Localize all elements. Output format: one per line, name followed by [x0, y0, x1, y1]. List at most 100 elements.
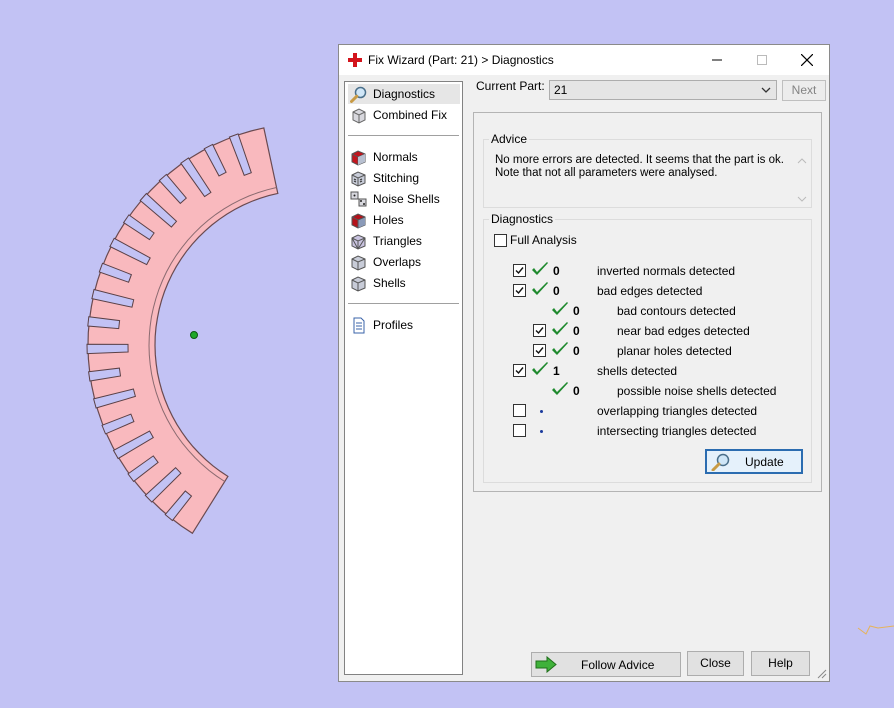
update-button-label: Update [745, 455, 784, 469]
help-button[interactable]: Help [751, 651, 810, 676]
diagnostic-checkbox[interactable] [533, 324, 546, 337]
follow-advice-label: Follow Advice [581, 658, 655, 672]
checkmark-icon [515, 287, 524, 295]
diagnostic-checkbox[interactable] [533, 344, 546, 357]
green-check-icon [552, 342, 568, 355]
shells-cube-icon [351, 276, 366, 292]
close-icon [800, 53, 814, 67]
diagnostic-checkbox[interactable] [513, 364, 526, 377]
diagnostic-row: 0 bad contours detected [484, 302, 804, 322]
next-button[interactable]: Next [782, 80, 826, 101]
nav-label-combined-fix: Combined Fix [373, 108, 448, 122]
nav-label-stitching: Stitching [373, 171, 420, 185]
nav-item-noise-shells[interactable]: Noise Shells [348, 189, 460, 209]
diagnostic-row: 0 near bad edges detected [484, 322, 804, 342]
resize-grip-icon[interactable] [817, 669, 827, 679]
diagnostic-checkbox[interactable] [513, 404, 526, 417]
advice-line-2: Note that not all parameters were analys… [495, 167, 718, 179]
nav-item-triangles[interactable]: Triangles [348, 231, 460, 251]
nav-item-diagnostics[interactable]: Diagnostics [348, 84, 460, 104]
diagnostic-checkbox[interactable] [513, 424, 526, 437]
close-button[interactable]: Close [687, 651, 744, 676]
green-check-icon [552, 302, 568, 315]
nav-label-overlaps: Overlaps [373, 255, 422, 269]
red-cross-icon [348, 53, 362, 67]
pending-status-icon [540, 410, 543, 413]
nav-item-overlaps[interactable]: Overlaps [348, 252, 460, 272]
minimize-button[interactable] [694, 45, 740, 75]
nav-item-profiles[interactable]: Profiles [348, 315, 460, 335]
diagnostic-label: overlapping triangles detected [597, 404, 758, 418]
green-arrow-icon [535, 656, 557, 673]
diagnostic-checkbox[interactable] [513, 284, 526, 297]
diagnostic-label: possible noise shells detected [617, 384, 777, 398]
part-ring[interactable] [87, 127, 279, 535]
diagnostic-label: inverted normals detected [597, 264, 736, 278]
diagnostics-group: Diagnostics Full Analysis 0 inverted norm… [483, 212, 812, 483]
nav-item-holes[interactable]: Holes [348, 210, 460, 230]
nav-item-stitching[interactable]: Stitching [348, 168, 460, 188]
pending-status-icon [540, 430, 543, 433]
title-bar: Fix Wizard (Part: 21) > Diagnostics [339, 45, 829, 75]
green-check-icon [532, 262, 548, 275]
navigation-panel: Diagnostics Combined Fix Normals Stitchi… [344, 81, 463, 675]
content-frame: Advice No more errors are detected. It s… [473, 112, 822, 492]
follow-advice-button[interactable]: Follow Advice [531, 652, 681, 677]
magnifier-icon [350, 86, 367, 103]
diagnostic-count: 0 [553, 284, 560, 298]
checkmark-icon [515, 367, 524, 375]
diagnostic-count: 0 [553, 264, 560, 278]
nav-item-normals[interactable]: Normals [348, 147, 460, 167]
stitching-cube-icon [351, 171, 366, 187]
maximize-icon [757, 55, 767, 65]
nav-label-diagnostics: Diagnostics [373, 87, 436, 101]
nav-label-noise-shells: Noise Shells [373, 192, 440, 206]
nav-item-combined-fix[interactable]: Combined Fix [348, 105, 460, 125]
diagnostic-count: 0 [573, 344, 580, 358]
diagnostics-title: Diagnostics [489, 212, 556, 226]
nav-separator [348, 303, 459, 304]
diagnostic-row: intersecting triangles detected [484, 422, 804, 442]
nav-label-profiles: Profiles [373, 318, 414, 332]
triangles-cube-icon [351, 234, 366, 250]
checkmark-icon [535, 327, 544, 335]
diagnostic-label: bad contours detected [617, 304, 736, 318]
current-part-select[interactable]: 21 [549, 80, 777, 100]
advice-scrollbar[interactable] [795, 154, 809, 206]
rotation-center-marker [190, 331, 198, 339]
normals-cube-icon [351, 150, 366, 166]
nav-item-shells[interactable]: Shells [348, 273, 460, 293]
diagnostic-checkbox[interactable] [513, 264, 526, 277]
magnifier-icon [711, 453, 730, 471]
update-button[interactable]: Update [705, 449, 803, 474]
diagnostic-label: bad edges detected [597, 284, 703, 298]
maximize-button[interactable] [739, 45, 785, 75]
green-check-icon [532, 282, 548, 295]
advice-textbox[interactable]: No more errors are detected. It seems th… [495, 154, 809, 206]
document-icon [353, 317, 365, 334]
green-check-icon [552, 382, 568, 395]
green-check-icon [552, 322, 568, 335]
diagnostic-label: planar holes detected [617, 344, 732, 358]
fix-wizard-window: Fix Wizard (Part: 21) > Diagnostics Diag… [338, 44, 830, 682]
advice-line-1: No more errors are detected. It seems th… [495, 154, 784, 166]
cube-icon [352, 108, 366, 124]
nav-label-holes: Holes [373, 213, 404, 227]
nav-label-shells: Shells [373, 276, 406, 290]
diagnostic-count: 0 [573, 324, 580, 338]
current-part-value: 21 [554, 83, 568, 97]
full-analysis-checkbox[interactable] [494, 234, 507, 247]
diagnostic-count: 1 [553, 364, 560, 378]
nav-separator [348, 135, 459, 136]
advice-title: Advice [489, 132, 530, 146]
overlaps-cube-icon [351, 255, 366, 271]
full-analysis-label: Full Analysis [510, 233, 577, 247]
advice-text: No more errors are detected. It seems th… [495, 154, 795, 180]
nav-label-triangles: Triangles [373, 234, 422, 248]
diagnostic-label: shells detected [597, 364, 678, 378]
diagnostic-row: 0 inverted normals detected [484, 262, 804, 282]
close-window-button[interactable] [784, 45, 830, 75]
diagnostic-row: 0 bad edges detected [484, 282, 804, 302]
part-model[interactable] [86, 127, 279, 535]
checkmark-icon [535, 347, 544, 355]
